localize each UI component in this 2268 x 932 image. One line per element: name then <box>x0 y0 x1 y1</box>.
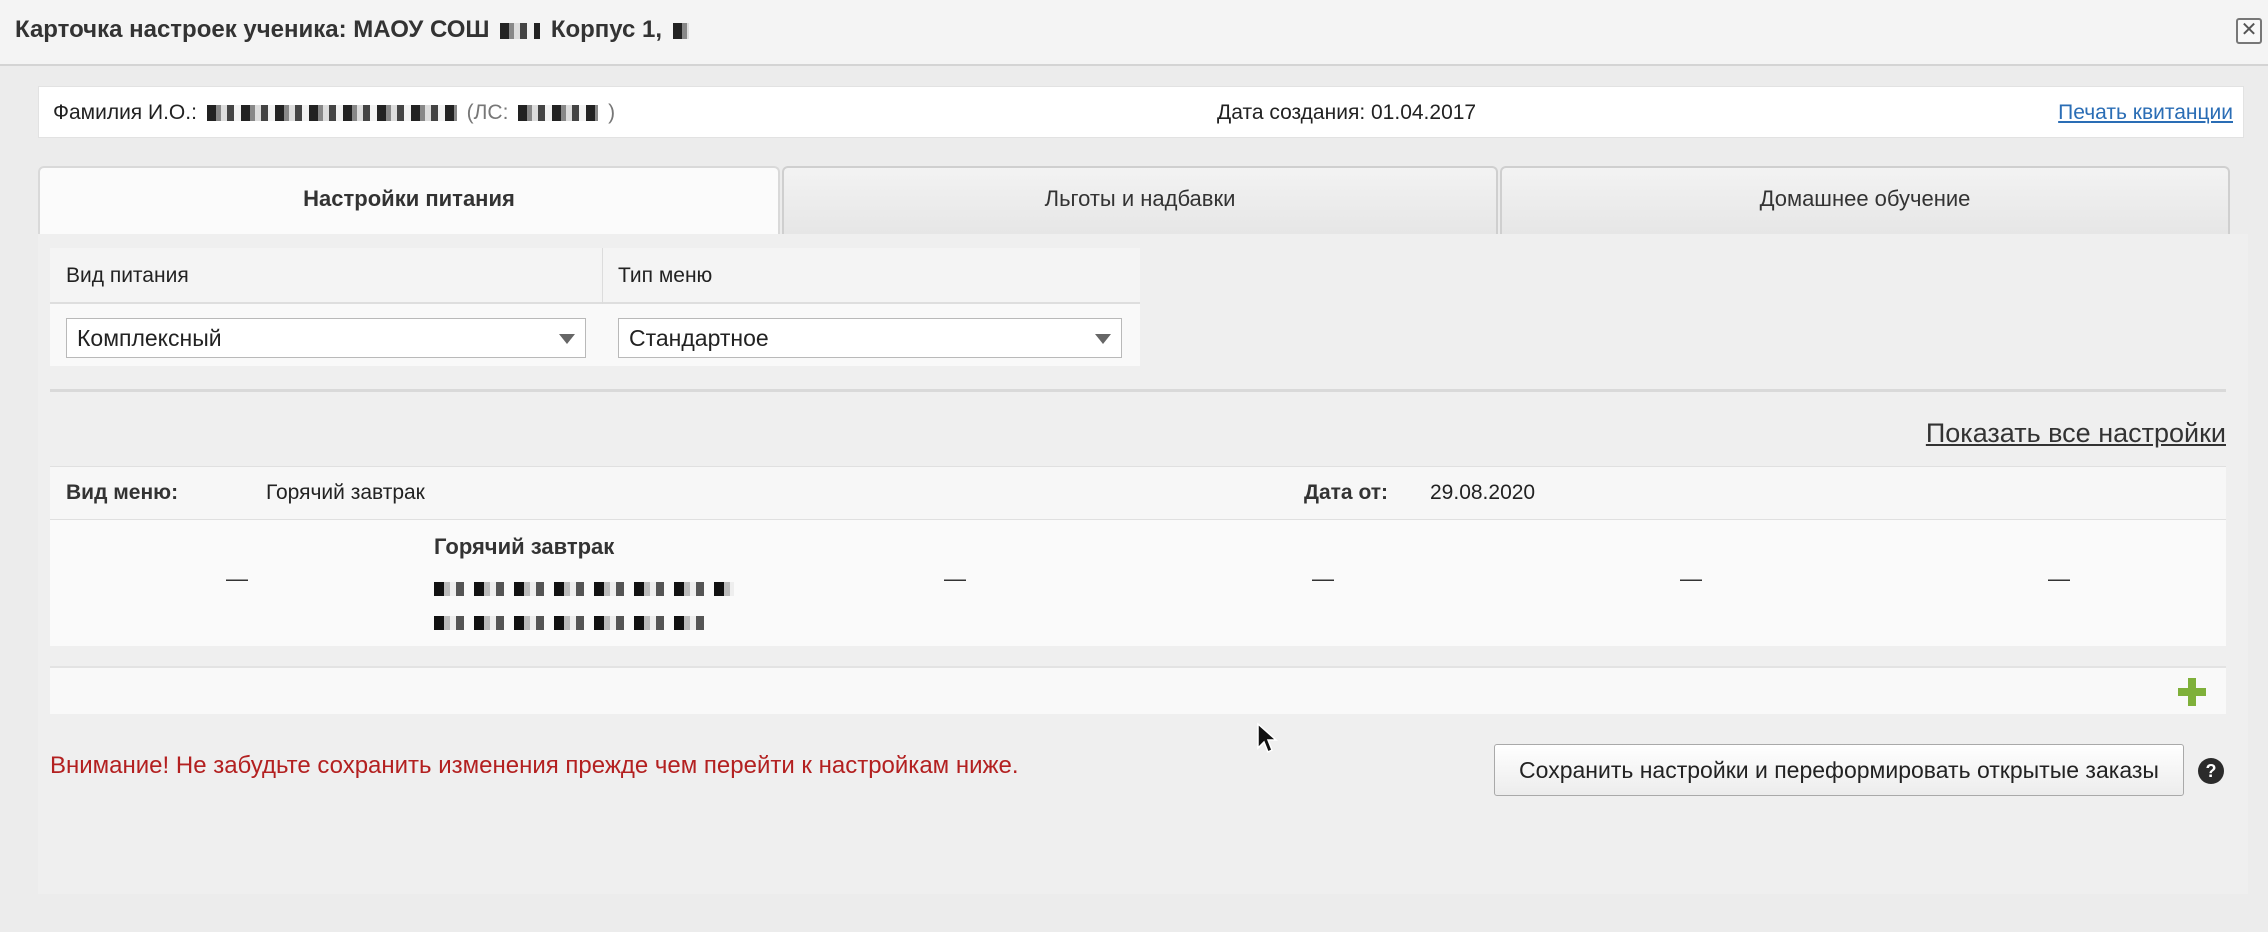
tabs: Настройки питания Льготы и надбавки Дома… <box>38 166 2248 234</box>
redacted-meal-line <box>434 616 704 630</box>
warning-message: Внимание! Не забудьте сохранить изменени… <box>50 752 1019 779</box>
dialog-header: Карточка настроек ученика: МАОУ СОШ Корп… <box>0 0 2268 66</box>
close-button[interactable]: ✕ <box>2236 18 2262 44</box>
menu-type-label: Тип меню <box>618 264 713 287</box>
section-divider <box>50 389 2226 392</box>
created-value: 01.04.2017 <box>1371 101 1477 124</box>
menu-header-row: Вид меню: Горячий завтрак Дата от: 29.08… <box>50 466 2226 520</box>
dialog-title-prefix: Карточка настроек ученика: МАОУ СОШ <box>15 16 490 43</box>
menu-type-select[interactable]: Стандартное <box>618 318 1122 358</box>
redacted-building-detail <box>672 22 689 39</box>
student-name: Фамилия И.О.: (ЛС: ) <box>53 101 615 125</box>
created-date: Дата создания: 01.04.2017 <box>1217 101 1476 125</box>
help-icon[interactable]: ? <box>2198 758 2224 784</box>
tab-benefits[interactable]: Льготы и надбавки <box>782 166 1498 234</box>
redacted-school-number <box>500 22 541 39</box>
meal-settings-panel: Вид питания Тип меню Комплексный Стандар… <box>38 234 2248 894</box>
print-receipt-link[interactable]: Печать квитанции <box>2058 101 2233 125</box>
ls-close: ) <box>608 101 616 124</box>
dash-cell: — <box>1312 566 1334 591</box>
tab-meal-settings[interactable]: Настройки питания <box>38 166 780 234</box>
dash-cell: — <box>226 566 248 591</box>
redacted-meal-line <box>434 582 734 596</box>
tab-home-schooling[interactable]: Домашнее обучение <box>1500 166 2230 234</box>
dash-cell: — <box>2048 566 2070 591</box>
show-all-settings-link[interactable]: Показать все настройки <box>1926 418 2226 449</box>
plus-icon[interactable] <box>2176 676 2208 708</box>
mouse-cursor-icon <box>1257 722 1278 754</box>
dropdown-caret-icon <box>1095 334 1111 344</box>
meal-item-title: Горячий завтрак <box>434 534 615 559</box>
dash-cell: — <box>1680 566 1702 591</box>
menu-item-row[interactable]: — Горячий завтрак — — — — <box>50 520 2226 646</box>
menu-kind-value: Горячий завтрак <box>266 481 425 504</box>
add-row-bar <box>50 666 2226 714</box>
dropdown-caret-icon <box>559 334 575 344</box>
ls-label: (ЛС: <box>466 101 509 124</box>
meal-type-label: Вид питания <box>66 264 189 287</box>
meal-type-select[interactable]: Комплексный <box>66 318 586 358</box>
dialog-title: Карточка настроек ученика: МАОУ СОШ Корп… <box>15 16 693 44</box>
meal-type-value: Комплексный <box>77 325 222 351</box>
menu-type-value: Стандартное <box>629 325 769 351</box>
date-from-value: 29.08.2020 <box>1430 481 1536 504</box>
column-divider <box>602 248 603 304</box>
save-and-reform-orders-button[interactable]: Сохранить настройки и переформировать от… <box>1494 744 2184 796</box>
close-icon[interactable]: ✕ <box>2241 19 2258 41</box>
menu-kind-label: Вид меню: <box>66 481 179 504</box>
meal-form-header: Вид питания Тип меню <box>50 248 1140 304</box>
meal-form: Вид питания Тип меню Комплексный Стандар… <box>50 248 1140 366</box>
dialog-title-suffix: Корпус 1, <box>550 16 663 43</box>
fio-label: Фамилия И.О.: <box>53 101 197 124</box>
student-info-bar: Фамилия И.О.: (ЛС: ) Дата создания: 01.0… <box>38 86 2244 138</box>
dialog-body: Фамилия И.О.: (ЛС: ) Дата создания: 01.0… <box>16 68 2252 932</box>
created-label: Дата создания: <box>1217 101 1366 124</box>
dash-cell: — <box>944 566 966 591</box>
redacted-student-name <box>206 105 457 122</box>
date-from-label: Дата от: <box>1304 481 1389 504</box>
redacted-account-number <box>518 105 599 122</box>
